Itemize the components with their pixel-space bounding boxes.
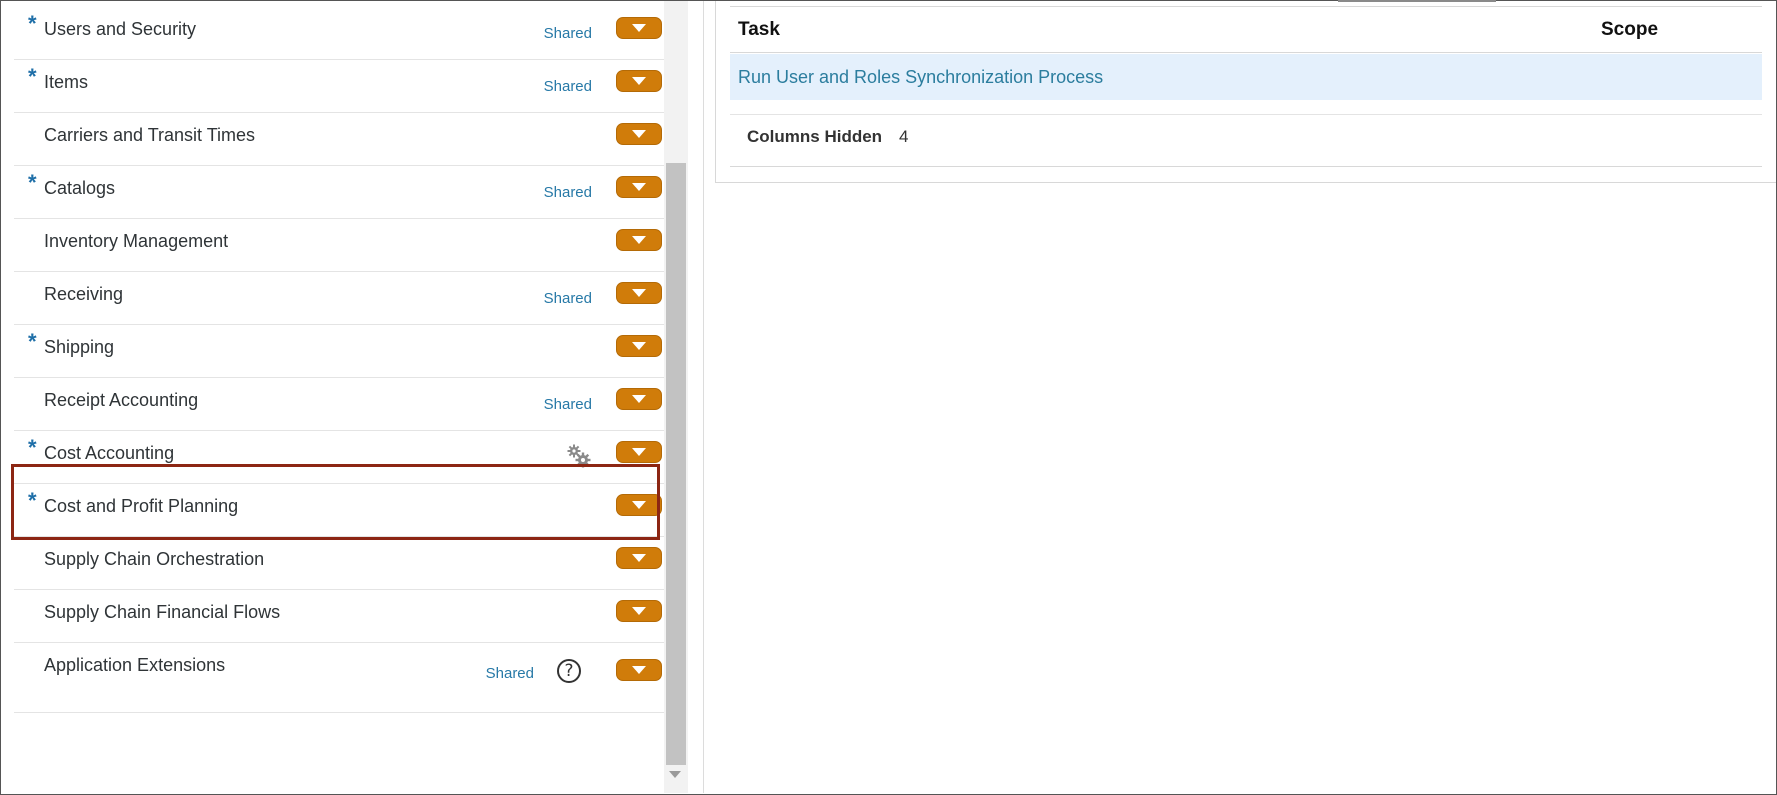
scroll-down-arrow-icon[interactable] bbox=[669, 771, 681, 778]
area-label: Inventory Management bbox=[44, 231, 229, 251]
area-row-inventory[interactable]: Inventory Management bbox=[14, 213, 664, 272]
actions-dropdown-button[interactable] bbox=[616, 600, 662, 622]
area-row-receipt-accounting[interactable]: Receipt Accounting Shared bbox=[14, 372, 664, 431]
column-header-scope[interactable]: Scope bbox=[1601, 19, 1658, 41]
area-row-receiving[interactable]: Receiving Shared bbox=[14, 266, 664, 325]
actions-dropdown-button[interactable] bbox=[616, 176, 662, 198]
chevron-down-icon bbox=[632, 289, 646, 297]
chevron-down-icon bbox=[632, 607, 646, 615]
area-row-users-and-security[interactable]: * Users and Security Shared bbox=[14, 1, 664, 60]
chevron-down-icon bbox=[632, 666, 646, 674]
horizontal-scroll-indicator[interactable] bbox=[1338, 0, 1496, 2]
table-row[interactable]: Run User and Roles Synchronization Proce… bbox=[730, 54, 1762, 100]
area-label: Supply Chain Financial Flows bbox=[44, 602, 281, 622]
columns-hidden-label: Columns Hidden bbox=[747, 127, 883, 146]
actions-dropdown-button[interactable] bbox=[616, 123, 662, 145]
actions-dropdown-button[interactable] bbox=[616, 335, 662, 357]
area-label: Carriers and Transit Times bbox=[44, 125, 256, 145]
area-label: Receipt Accounting bbox=[44, 390, 199, 410]
chevron-down-icon bbox=[632, 448, 646, 456]
area-label: Items bbox=[44, 72, 89, 92]
shared-label: Shared bbox=[543, 78, 592, 95]
actions-dropdown-button[interactable] bbox=[616, 547, 662, 569]
area-label: Shipping bbox=[44, 337, 115, 357]
required-marker: * bbox=[28, 488, 37, 513]
area-label: Catalogs bbox=[44, 178, 116, 198]
actions-dropdown-button[interactable] bbox=[616, 282, 662, 304]
area-row-cost-accounting[interactable]: * Cost Accounting bbox=[14, 425, 664, 484]
area-row-application-extensions[interactable]: Application Extensions Shared ? bbox=[14, 637, 664, 713]
area-label: Application Extensions bbox=[44, 655, 226, 675]
chevron-down-icon bbox=[632, 395, 646, 403]
help-icon[interactable]: ? bbox=[557, 659, 581, 683]
actions-dropdown-button[interactable] bbox=[616, 17, 662, 39]
shared-label: Shared bbox=[543, 290, 592, 307]
chevron-down-icon bbox=[632, 24, 646, 32]
area-label: Cost Accounting bbox=[44, 443, 175, 463]
chevron-down-icon bbox=[632, 236, 646, 244]
actions-dropdown-button[interactable] bbox=[616, 70, 662, 92]
required-marker: * bbox=[28, 11, 37, 36]
area-label: Cost and Profit Planning bbox=[44, 496, 239, 516]
area-row-shipping[interactable]: * Shipping bbox=[14, 319, 664, 378]
chevron-down-icon bbox=[632, 554, 646, 562]
column-header-task[interactable]: Task bbox=[738, 19, 780, 41]
required-marker: * bbox=[28, 170, 37, 195]
actions-dropdown-button[interactable] bbox=[616, 229, 662, 251]
shared-label: Shared bbox=[543, 184, 592, 201]
chevron-down-icon bbox=[632, 501, 646, 509]
shared-label: Shared bbox=[543, 25, 592, 42]
area-row-items[interactable]: * Items Shared bbox=[14, 54, 664, 113]
task-table-header: Task Scope bbox=[730, 6, 1762, 53]
area-label: Supply Chain Orchestration bbox=[44, 549, 265, 569]
vertical-scrollbar[interactable] bbox=[664, 1, 688, 793]
area-label: Receiving bbox=[44, 284, 124, 304]
area-row-cost-profit-planning[interactable]: * Cost and Profit Planning bbox=[14, 478, 664, 537]
shared-label: Shared bbox=[543, 396, 592, 413]
required-marker: * bbox=[28, 435, 37, 460]
functional-areas-list: * Users and Security Shared * Items Shar… bbox=[1, 1, 664, 793]
scrollbar-thumb[interactable] bbox=[666, 163, 686, 765]
area-row-supply-chain-financial-flows[interactable]: Supply Chain Financial Flows bbox=[14, 584, 664, 643]
actions-dropdown-button[interactable] bbox=[616, 388, 662, 410]
area-row-carriers[interactable]: Carriers and Transit Times bbox=[14, 107, 664, 166]
shared-label: Shared bbox=[485, 665, 534, 682]
required-marker: * bbox=[28, 329, 37, 354]
columns-hidden-count: 4 bbox=[899, 127, 909, 146]
gears-icon[interactable] bbox=[566, 443, 592, 469]
chevron-down-icon bbox=[632, 183, 646, 191]
table-footer: Columns Hidden 4 bbox=[730, 114, 1762, 167]
pane-divider bbox=[703, 1, 704, 793]
actions-dropdown-button[interactable] bbox=[616, 659, 662, 681]
area-label: Users and Security bbox=[44, 19, 197, 39]
required-marker: * bbox=[28, 64, 37, 89]
actions-dropdown-button[interactable] bbox=[616, 441, 662, 463]
area-row-catalogs[interactable]: * Catalogs Shared bbox=[14, 160, 664, 219]
area-row-supply-chain-orchestration[interactable]: Supply Chain Orchestration bbox=[14, 531, 664, 590]
chevron-down-icon bbox=[632, 342, 646, 350]
chevron-down-icon bbox=[632, 130, 646, 138]
chevron-down-icon bbox=[632, 77, 646, 85]
actions-dropdown-button[interactable] bbox=[616, 494, 662, 516]
task-link[interactable]: Run User and Roles Synchronization Proce… bbox=[738, 67, 1103, 88]
